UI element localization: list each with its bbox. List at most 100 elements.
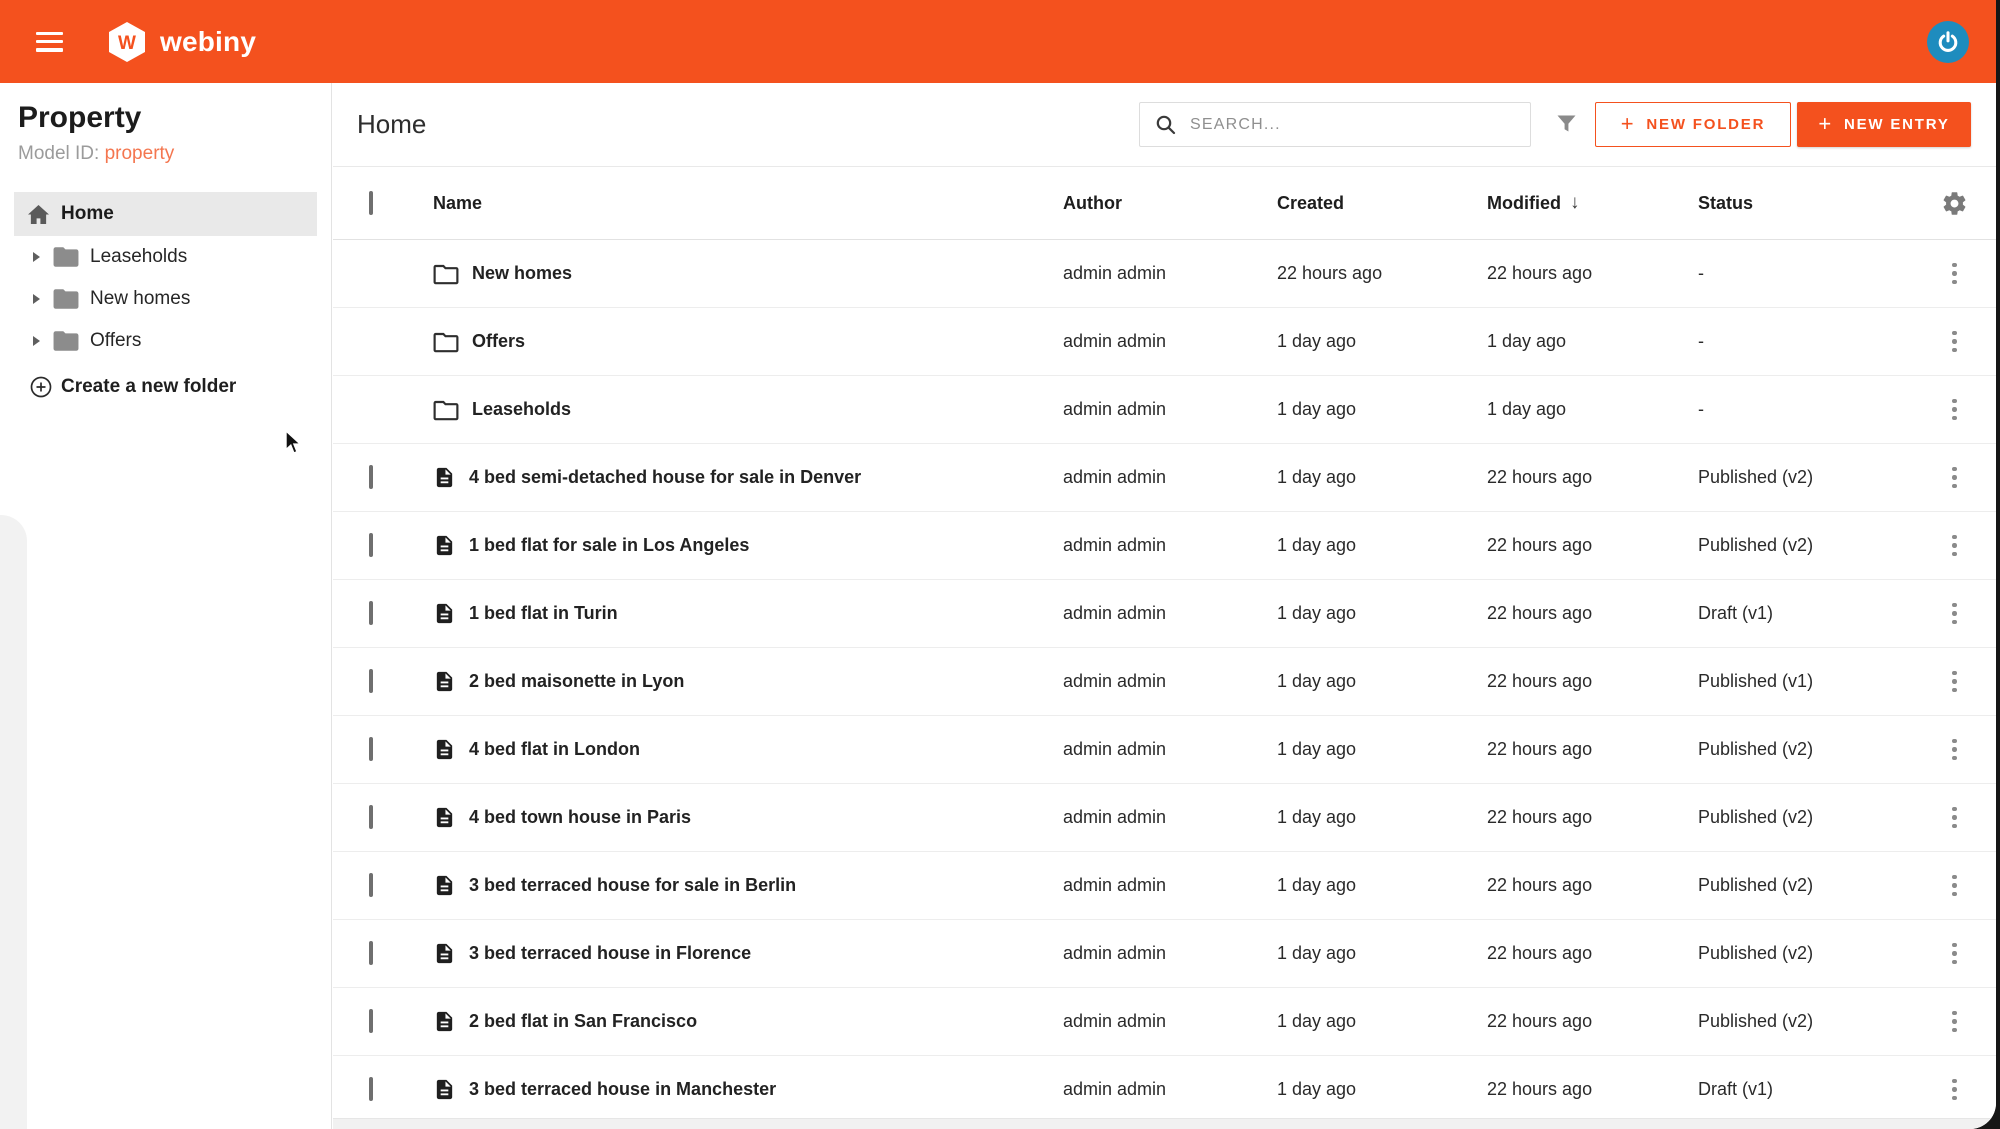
document-icon	[436, 467, 453, 488]
row-created: 1 day ago	[1277, 603, 1357, 623]
row-name[interactable]: 2 bed flat in San Francisco	[469, 1011, 697, 1032]
table-row[interactable]: New homes admin admin 22 hours ago 22 ho…	[333, 240, 1996, 308]
svg-text:W: W	[118, 33, 136, 54]
main-header: Home + NEW FOLDER	[333, 83, 1996, 167]
sidebar-item-home[interactable]: Home	[14, 192, 317, 236]
webiny-logo-text: webiny	[160, 25, 257, 57]
row-menu-button[interactable]	[1948, 259, 1961, 289]
row-name[interactable]: 4 bed town house in Paris	[469, 807, 691, 828]
row-name[interactable]: 1 bed flat in Turin	[469, 603, 618, 624]
row-checkbox[interactable]	[369, 805, 373, 829]
topbar: W webiny	[0, 0, 1996, 83]
row-menu-button[interactable]	[1948, 1075, 1961, 1105]
chevron-right-icon[interactable]	[33, 336, 40, 346]
row-name[interactable]: Offers	[472, 331, 525, 352]
row-name[interactable]: 4 bed semi-detached house for sale in De…	[469, 467, 861, 488]
row-modified: 22 hours ago	[1487, 671, 1593, 691]
row-menu-button[interactable]	[1948, 667, 1961, 697]
row-modified: 1 day ago	[1487, 399, 1567, 419]
row-checkbox[interactable]	[369, 465, 373, 489]
create-folder-label: Create a new folder	[61, 376, 237, 397]
row-menu-button[interactable]	[1948, 871, 1961, 901]
column-header-created[interactable]: Created	[1277, 193, 1487, 214]
table-row[interactable]: 3 bed terraced house in Florence admin a…	[333, 920, 1996, 988]
row-menu-button[interactable]	[1948, 735, 1961, 765]
row-modified: 22 hours ago	[1487, 467, 1593, 487]
row-status: Published (v2)	[1698, 807, 1814, 827]
row-name[interactable]: 3 bed terraced house in Florence	[469, 943, 751, 964]
row-menu-button[interactable]	[1948, 463, 1961, 493]
row-menu-button[interactable]	[1948, 939, 1961, 969]
row-status: Published (v2)	[1698, 467, 1814, 487]
table-row[interactable]: Offers admin admin 1 day ago 1 day ago -	[333, 308, 1996, 376]
row-menu-button[interactable]	[1948, 395, 1961, 425]
user-avatar[interactable]	[1927, 20, 1969, 63]
row-name[interactable]: Leaseholds	[472, 399, 571, 420]
model-title: Property	[18, 101, 142, 134]
table-row[interactable]: 2 bed maisonette in Lyon admin admin 1 d…	[333, 648, 1996, 716]
row-modified: 22 hours ago	[1487, 739, 1593, 759]
row-checkbox[interactable]	[369, 1009, 373, 1033]
column-header-name[interactable]: Name	[433, 193, 1063, 214]
table-row[interactable]: 3 bed terraced house in Manchester admin…	[333, 1056, 1996, 1124]
document-icon	[436, 1079, 453, 1100]
new-folder-button[interactable]: + NEW FOLDER	[1595, 102, 1791, 147]
row-status: -	[1698, 399, 1704, 419]
sidebar-folder-new-homes[interactable]: New homes	[0, 278, 331, 320]
row-checkbox[interactable]	[369, 669, 373, 693]
row-checkbox[interactable]	[369, 1077, 373, 1101]
row-name[interactable]: 1 bed flat for sale in Los Angeles	[469, 535, 749, 556]
row-checkbox[interactable]	[369, 533, 373, 557]
row-name[interactable]: 2 bed maisonette in Lyon	[469, 671, 684, 692]
hamburger-menu-icon[interactable]	[36, 31, 63, 52]
table-row[interactable]: Leaseholds admin admin 1 day ago 1 day a…	[333, 376, 1996, 444]
chevron-right-icon[interactable]	[33, 294, 40, 304]
row-menu-button[interactable]	[1948, 531, 1961, 561]
table-row[interactable]: 4 bed semi-detached house for sale in De…	[333, 444, 1996, 512]
table-row[interactable]: 2 bed flat in San Francisco admin admin …	[333, 988, 1996, 1056]
circle-plus-icon	[30, 376, 52, 398]
table-row[interactable]: 4 bed flat in London admin admin 1 day a…	[333, 716, 1996, 784]
row-modified: 22 hours ago	[1487, 807, 1593, 827]
row-status: Published (v2)	[1698, 1011, 1814, 1031]
row-menu-button[interactable]	[1948, 327, 1961, 357]
chevron-right-icon[interactable]	[33, 252, 40, 262]
row-menu-button[interactable]	[1948, 803, 1961, 833]
select-all-checkbox[interactable]	[369, 190, 373, 215]
folder-icon	[433, 264, 459, 284]
row-name[interactable]: 4 bed flat in London	[469, 739, 640, 760]
model-id-value[interactable]: property	[105, 143, 175, 164]
search-input[interactable]	[1190, 115, 1530, 134]
filter-button[interactable]	[1547, 102, 1585, 147]
table-row[interactable]: 1 bed flat for sale in Los Angeles admin…	[333, 512, 1996, 580]
table-settings-button[interactable]	[1941, 190, 1968, 217]
table-row[interactable]: 4 bed town house in Paris admin admin 1 …	[333, 784, 1996, 852]
row-author: admin admin	[1063, 1079, 1167, 1099]
column-header-status[interactable]: Status	[1698, 193, 1913, 214]
column-header-author[interactable]: Author	[1063, 193, 1277, 214]
row-author: admin admin	[1063, 331, 1167, 351]
row-menu-button[interactable]	[1948, 1007, 1961, 1037]
row-checkbox[interactable]	[369, 737, 373, 761]
row-checkbox[interactable]	[369, 941, 373, 965]
plus-icon: +	[1818, 110, 1833, 136]
document-icon	[436, 1011, 453, 1032]
create-new-folder-button[interactable]: Create a new folder	[0, 365, 236, 409]
sidebar-folder-offers[interactable]: Offers	[0, 320, 331, 362]
row-checkbox[interactable]	[369, 873, 373, 897]
main-panel: Home + NEW FOLDER	[333, 83, 1996, 1129]
table-row[interactable]: 1 bed flat in Turin admin admin 1 day ag…	[333, 580, 1996, 648]
folder-icon	[433, 332, 459, 352]
sidebar-folder-leaseholds[interactable]: Leaseholds	[0, 236, 331, 278]
document-icon	[436, 603, 453, 624]
row-menu-button[interactable]	[1948, 599, 1961, 629]
row-checkbox[interactable]	[369, 601, 373, 625]
row-name[interactable]: 3 bed terraced house for sale in Berlin	[469, 875, 796, 896]
sidebar-home-label: Home	[61, 203, 114, 224]
new-entry-button[interactable]: + NEW ENTRY	[1797, 102, 1971, 147]
table-row[interactable]: 3 bed terraced house for sale in Berlin …	[333, 852, 1996, 920]
model-id: Model ID: property	[18, 142, 313, 166]
row-name[interactable]: 3 bed terraced house in Manchester	[469, 1079, 776, 1100]
column-header-modified[interactable]: Modified ↓	[1487, 192, 1698, 214]
row-name[interactable]: New homes	[472, 263, 572, 284]
